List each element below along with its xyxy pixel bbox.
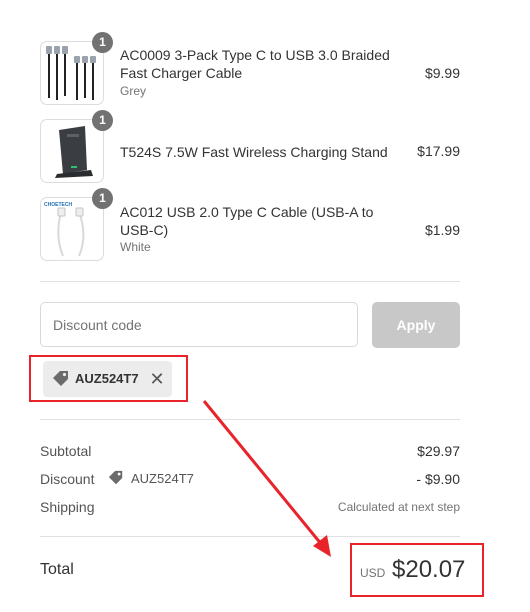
annotation-arrow: [202, 400, 331, 557]
